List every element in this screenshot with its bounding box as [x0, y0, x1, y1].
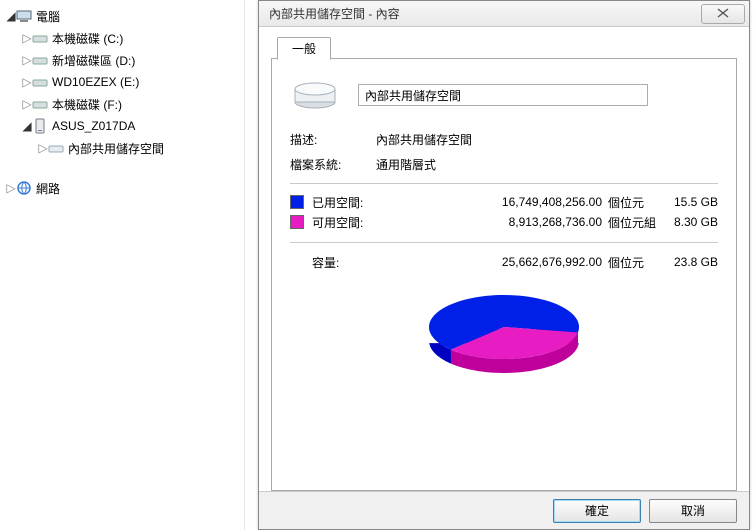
used-label: 已用空間:: [312, 194, 390, 211]
phone-icon: [32, 118, 48, 134]
tree-label: 新增磁碟區 (D:): [52, 52, 135, 69]
drive-icon: [32, 52, 48, 68]
chevron-right-icon: ▷: [22, 31, 32, 45]
drive-icon: [32, 30, 48, 46]
drive-large-icon: [290, 77, 340, 113]
ok-button[interactable]: 確定: [553, 499, 641, 523]
spacer: [0, 159, 244, 177]
chevron-right-icon: ▷: [22, 75, 32, 89]
drive-icon: [32, 74, 48, 90]
free-human: 8.30 GB: [662, 215, 718, 229]
chevron-right-icon: ▷: [38, 141, 48, 155]
computer-icon: [16, 8, 32, 24]
used-color-swatch: [290, 195, 304, 209]
desc-label: 描述:: [290, 131, 376, 148]
tree-label: 內部共用儲存空間: [68, 140, 164, 157]
tab-general[interactable]: 一般: [277, 37, 331, 60]
free-unit: 個位元組: [608, 214, 662, 231]
divider: [290, 183, 718, 184]
explorer-tree-pane: ◢ 電腦 ▷ 本機磁碟 (C:) ▷ 新增磁碟區 (D:) ▷ WD10EZEX…: [0, 0, 245, 530]
dialog-title: 內部共用儲存空間 - 內容: [269, 5, 701, 22]
chevron-right-icon: ▷: [6, 181, 16, 195]
storage-icon: [48, 140, 64, 156]
tree-node-network[interactable]: ▷ 網路: [0, 177, 244, 199]
free-bytes: 8,913,268,736.00: [390, 215, 608, 229]
used-bytes: 16,749,408,256.00: [390, 195, 608, 209]
titlebar[interactable]: 內部共用儲存空間 - 內容: [259, 1, 749, 27]
tree-label: 電腦: [36, 8, 60, 25]
chevron-down-icon: ◢: [6, 9, 16, 23]
tree-label: ASUS_Z017DA: [52, 119, 135, 133]
tree-node-drive[interactable]: ▷ WD10EZEX (E:): [0, 71, 244, 93]
tree-node-computer[interactable]: ◢ 電腦: [0, 5, 244, 27]
tree-label: 本機磁碟 (C:): [52, 30, 123, 47]
properties-dialog: 內部共用儲存空間 - 內容 一般 描述: 內部共用儲存空間 檔案系統: 通用階層…: [258, 0, 750, 530]
capacity-bytes: 25,662,676,992.00: [390, 255, 608, 269]
button-label: 取消: [681, 504, 705, 518]
free-color-swatch: [290, 215, 304, 229]
close-icon: [717, 7, 729, 21]
capacity-human: 23.8 GB: [662, 255, 718, 269]
fs-value: 通用階層式: [376, 156, 436, 173]
capacity-label: 容量:: [290, 254, 390, 271]
close-button[interactable]: [701, 4, 745, 24]
chevron-right-icon: ▷: [22, 53, 32, 67]
network-icon: [16, 180, 32, 196]
tree-label: 網路: [36, 180, 60, 197]
tree-node-drive[interactable]: ▷ 本機磁碟 (F:): [0, 93, 244, 115]
used-unit: 個位元: [608, 194, 662, 211]
fs-label: 檔案系統:: [290, 156, 376, 173]
button-label: 確定: [585, 504, 609, 518]
button-bar: 確定 取消: [259, 491, 749, 529]
chevron-down-icon: ◢: [22, 119, 32, 133]
tab-content: 描述: 內部共用儲存空間 檔案系統: 通用階層式 已用空間: 16,749,40…: [271, 59, 737, 491]
free-label: 可用空間:: [312, 214, 390, 231]
capacity-unit: 個位元: [608, 254, 662, 271]
cancel-button[interactable]: 取消: [649, 499, 737, 523]
used-human: 15.5 GB: [662, 195, 718, 209]
tree-node-storage[interactable]: ▷ 內部共用儲存空間: [0, 137, 244, 159]
usage-pie-chart: [414, 283, 594, 383]
tab-label: 一般: [292, 42, 316, 56]
tabbar: 一般: [271, 35, 737, 59]
desc-value: 內部共用儲存空間: [376, 131, 472, 148]
tree-label: WD10EZEX (E:): [52, 75, 139, 89]
drive-name-input[interactable]: [358, 84, 648, 106]
tree-node-drive[interactable]: ▷ 本機磁碟 (C:): [0, 27, 244, 49]
chevron-right-icon: ▷: [22, 97, 32, 111]
tree-node-device[interactable]: ◢ ASUS_Z017DA: [0, 115, 244, 137]
tree-node-drive[interactable]: ▷ 新增磁碟區 (D:): [0, 49, 244, 71]
divider: [290, 242, 718, 243]
drive-icon: [32, 96, 48, 112]
tree-label: 本機磁碟 (F:): [52, 96, 122, 113]
dialog-body: 一般 描述: 內部共用儲存空間 檔案系統: 通用階層式 已用空間: 16,74: [259, 27, 749, 491]
